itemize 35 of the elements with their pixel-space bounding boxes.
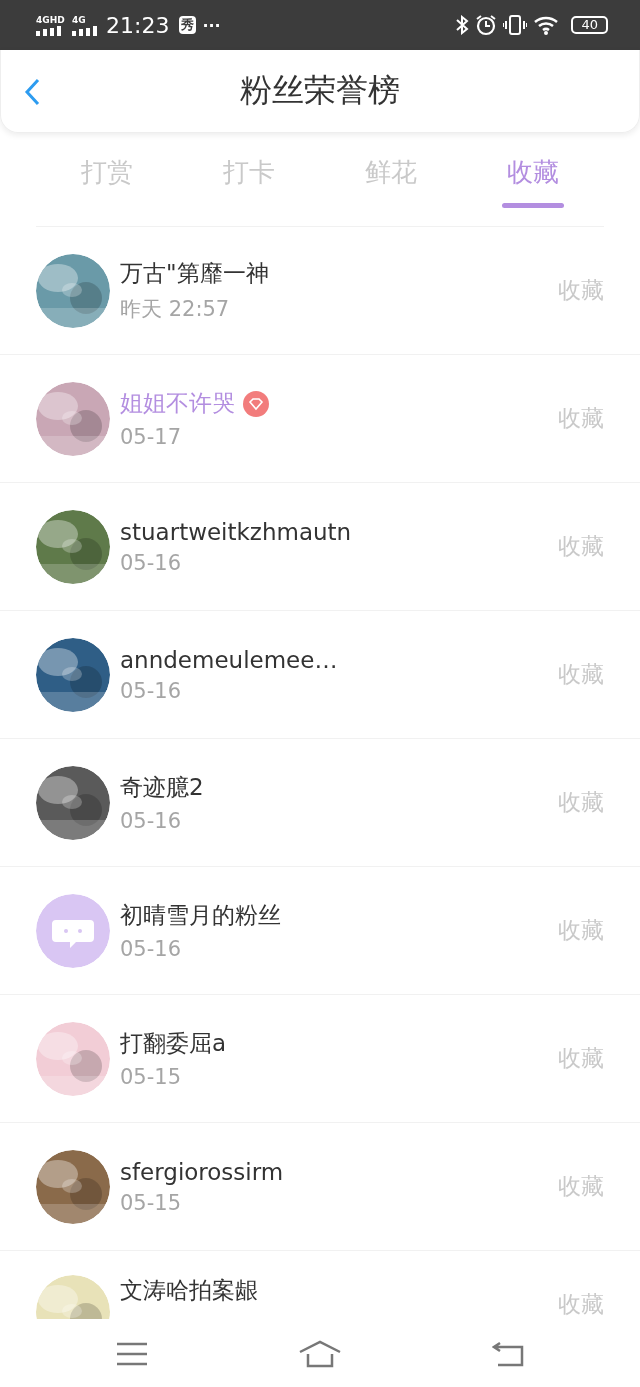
vibrate-icon [503, 14, 528, 36]
user-name: 文涛哈拍案龈 [120, 1276, 258, 1305]
date: 05-16 [120, 678, 183, 703]
user-name: sfergiorossirm [120, 1158, 284, 1185]
more-notifications: ··· [202, 15, 221, 35]
user-name: stuartweitkzhmautn [120, 518, 352, 545]
date: 05-17 [120, 425, 183, 449]
alarm-icon [475, 14, 498, 36]
date: 05-16 [120, 809, 183, 833]
default-avatar-icon [36, 893, 110, 968]
network-type: 4GHD [36, 14, 65, 25]
user-name: anndemeulemee… [120, 646, 338, 673]
bluetooth-icon [455, 15, 470, 35]
date: 05-16 [120, 937, 183, 961]
home-icon[interactable] [299, 1339, 341, 1368]
date: 05-16 [120, 550, 183, 575]
page-title: 粉丝荣誉榜 [239, 70, 401, 111]
signal-icon [72, 25, 98, 36]
clock: 21:23 [106, 12, 170, 38]
user-name: 初晴雪月的粉丝 [120, 901, 281, 930]
user-name: 姐姐不许哭 [120, 389, 235, 418]
date: 05-15 [120, 1065, 183, 1089]
diamond-badge-icon [243, 390, 269, 417]
battery-level: 40 [571, 16, 608, 34]
back-icon[interactable] [492, 1340, 525, 1367]
network-type: 4G [72, 14, 86, 25]
back-icon[interactable] [23, 78, 41, 106]
tab[interactable]: 收藏 [462, 151, 604, 208]
user-name: 打翻委屈a [120, 1029, 227, 1058]
user-name: 万古"第靡一神 [120, 259, 269, 288]
user-name: 奇迹臆2 [120, 773, 204, 802]
app-notification-badge: 秀 [179, 16, 197, 34]
date: 昨天 22:57 [120, 296, 231, 323]
date: 05-15 [120, 1190, 183, 1215]
menu-icon[interactable] [115, 1341, 148, 1366]
